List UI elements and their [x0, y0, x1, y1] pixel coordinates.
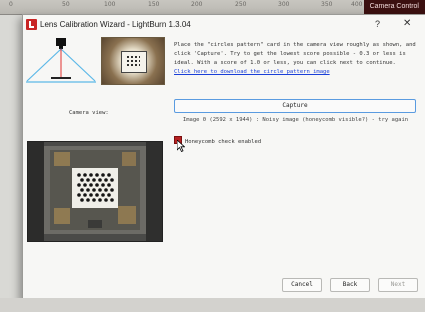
dialog-title: Lens Calibration Wizard - LightBurn 1.3.…: [40, 20, 191, 29]
cancel-button[interactable]: Cancel: [282, 278, 322, 292]
download-pattern-link[interactable]: Click here to download the circle patter…: [174, 68, 422, 77]
ruler-tick: 300: [278, 1, 290, 8]
ruler-tick: 0: [9, 1, 13, 8]
honeycomb-check-row[interactable]: Honeycomb check enabled: [174, 136, 261, 146]
pattern-example-photo: [101, 37, 165, 85]
close-button[interactable]: ✕: [403, 18, 411, 29]
next-button[interactable]: Next: [378, 278, 418, 292]
ruler-tick: 350: [321, 1, 333, 8]
mouse-pointer-icon: [177, 140, 185, 152]
ruler-tick: 150: [148, 1, 160, 8]
dialog-titlebar[interactable]: Lens Calibration Wizard - LightBurn 1.3.…: [23, 15, 425, 35]
honeycomb-check-label: Honeycomb check enabled: [185, 139, 262, 145]
lens-calibration-dialog: Lens Calibration Wizard - LightBurn 1.3.…: [22, 14, 425, 300]
capture-button[interactable]: Capture: [174, 99, 416, 113]
ruler-tick: 100: [104, 1, 116, 8]
instructions-block: Place the "circles pattern" card in the …: [174, 41, 422, 77]
ruler-tick: 400: [351, 1, 363, 8]
ruler-tick: 200: [191, 1, 203, 8]
back-button[interactable]: Back: [330, 278, 370, 292]
lightburn-logo-icon: [26, 19, 37, 30]
capture-status-text: Image 0 (2592 x 1944) : Noisy image (hon…: [182, 117, 409, 123]
ruler-bar: 0 50 100 150 200 250 300 350 400: [0, 0, 425, 15]
ruler-tick: 50: [62, 1, 70, 8]
instructions-text: Place the "circles pattern" card in the …: [174, 42, 416, 66]
camera-view-image: [27, 141, 163, 242]
camera-view-label: Camera view:: [69, 110, 109, 116]
ruler-tick: 250: [235, 1, 247, 8]
help-button[interactable]: ?: [375, 19, 380, 29]
camera-position-diagram: [26, 38, 96, 83]
workspace-bottom-bar: [0, 298, 425, 312]
camera-control-tab[interactable]: Camera Control: [363, 0, 425, 14]
